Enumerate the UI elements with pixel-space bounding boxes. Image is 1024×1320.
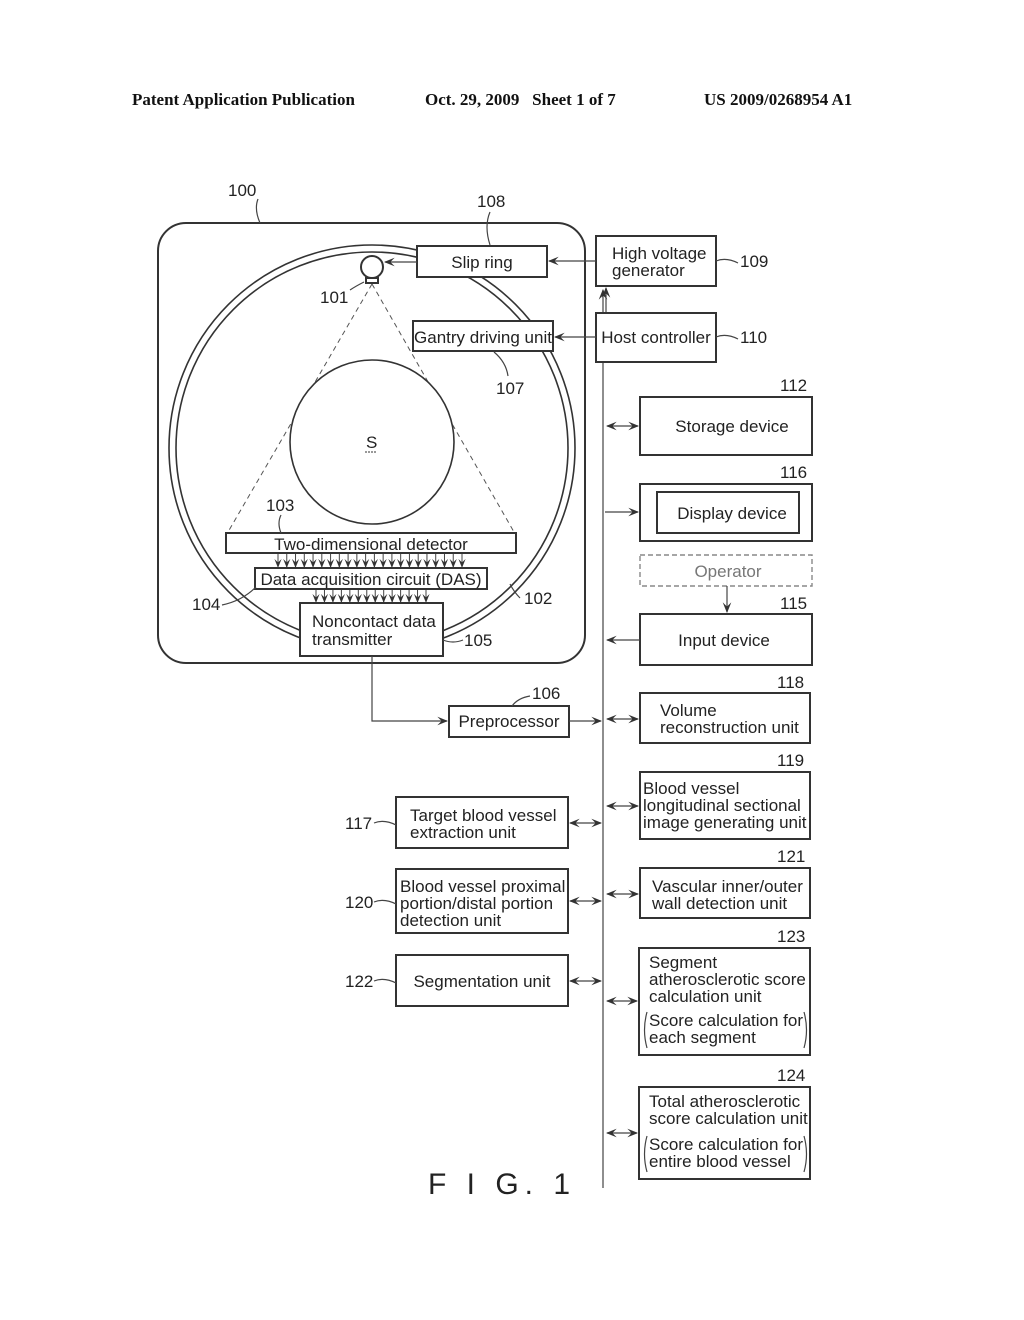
- ref-119: 119: [777, 751, 804, 770]
- input-device-115: Input device 115: [605, 594, 813, 666]
- ref-112: 112: [780, 376, 807, 395]
- segmentation-label: Segmentation unit: [413, 972, 550, 991]
- ref-105: 105: [464, 631, 492, 650]
- ref-102: 102: [524, 589, 552, 608]
- proximal-line-3: detection unit: [400, 911, 501, 930]
- volume-reconstruction-unit-118: Volume reconstruction unit 118: [605, 673, 811, 744]
- volume-line-2: reconstruction unit: [660, 718, 799, 737]
- segment-score-line-3: calculation unit: [649, 987, 762, 1006]
- display-device-116: Display device 116: [605, 463, 813, 542]
- segment-score-line-5: each segment: [649, 1028, 756, 1047]
- figure-label: F I G. 1: [428, 1168, 576, 1201]
- transmitter-to-preprocessor-line: [371, 656, 449, 726]
- ref-100: 100: [228, 181, 256, 200]
- longitudinal-line-3: image generating unit: [643, 813, 807, 832]
- detector-label: Two-dimensional detector: [274, 535, 468, 554]
- ref-123: 123: [777, 927, 805, 946]
- transmitter-line-2: transmitter: [312, 630, 393, 649]
- hv-line-2: generator: [612, 261, 685, 280]
- storage-label: Storage device: [675, 417, 788, 436]
- transmitter-line-1: Noncontact data: [312, 612, 436, 631]
- slip-ring-label: Slip ring: [451, 253, 512, 272]
- ref-115: 115: [780, 594, 807, 613]
- vascular-wall-detection-unit-121: Vascular inner/outer wall detection unit…: [605, 847, 811, 919]
- ref-118: 118: [777, 673, 804, 692]
- host-controller-label: Host controller: [601, 328, 711, 347]
- ref-122: 122: [345, 972, 373, 991]
- subject-s: S: [289, 359, 455, 525]
- ref-101: 101: [320, 288, 348, 307]
- longitudinal-image-unit-119: Blood vessel longitudinal sectional imag…: [605, 751, 811, 840]
- segmentation-unit-122: Segmentation unit 122: [345, 954, 603, 1007]
- proximal-distal-detection-unit-120: Blood vessel proximal portion/distal por…: [345, 868, 603, 934]
- host-controller-110: Host controller 110: [553, 312, 767, 363]
- storage-device-112: Storage device 112: [605, 376, 813, 456]
- total-score-unit-124: Total atherosclerotic score calculation …: [605, 1066, 811, 1180]
- gantry-driving-label: Gantry driving unit: [414, 328, 552, 347]
- preprocessor-text: Preprocessor: [458, 712, 559, 731]
- das-label: Data acquisition circuit (DAS): [260, 570, 481, 589]
- wall-line-2: wall detection unit: [651, 894, 787, 913]
- preprocessor-106: 106 Preprocessor 106: [448, 684, 603, 738]
- block-diagram: 100 102 101 S Slip ring 108 Gantry drivi…: [157, 181, 813, 1201]
- ref-104: 104: [192, 595, 220, 614]
- target-line-2: extraction unit: [410, 823, 516, 842]
- target-vessel-extraction-unit-117: Target blood vessel extraction unit 117: [345, 796, 603, 849]
- input-label: Input device: [678, 631, 770, 650]
- ref-110: 110: [740, 328, 767, 347]
- ref-117: 117: [345, 814, 372, 833]
- display-label: Display device: [677, 504, 787, 523]
- ref-103: 103: [266, 496, 294, 515]
- subject-label: S: [366, 433, 377, 452]
- ref-124: 124: [777, 1066, 805, 1085]
- ref-107: 107: [496, 379, 524, 398]
- ref-108: 108: [477, 192, 505, 211]
- segment-score-unit-123: Segment atherosclerotic score calculatio…: [605, 927, 811, 1056]
- ref-116: 116: [780, 463, 807, 482]
- ref-109: 109: [740, 252, 768, 271]
- ref-106: 106: [532, 684, 560, 703]
- ref-121: 121: [777, 847, 805, 866]
- total-score-line-2: score calculation unit: [649, 1109, 808, 1128]
- operator-label: Operator: [694, 562, 761, 581]
- total-score-line-4: entire blood vessel: [649, 1152, 791, 1171]
- ref-120: 120: [345, 893, 373, 912]
